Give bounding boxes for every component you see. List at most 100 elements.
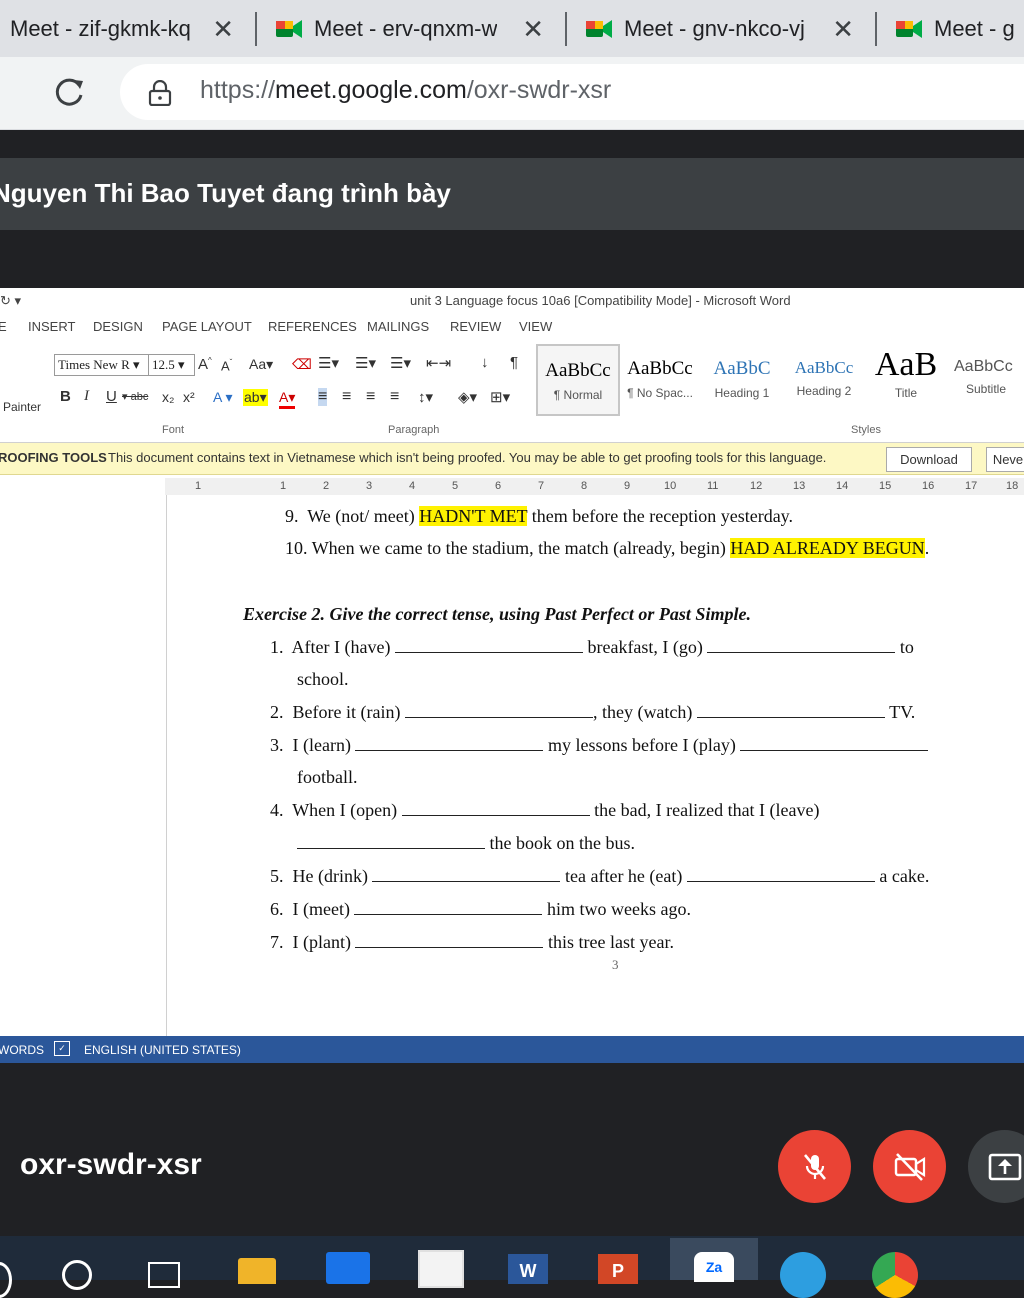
numbering-icon[interactable]: ☰▾: [355, 354, 376, 372]
clear-formatting-icon[interactable]: ⌫: [292, 356, 312, 373]
style-heading-1[interactable]: AaBbC Heading 1: [702, 344, 782, 412]
store-icon[interactable]: [418, 1250, 464, 1288]
style-preview: AaBbCc: [627, 358, 693, 379]
never-show-button[interactable]: Neve: [986, 447, 1024, 472]
ruler-number: 11: [707, 480, 719, 492]
style-heading-2[interactable]: AaBbCc Heading 2: [784, 344, 864, 412]
change-case-icon[interactable]: Aa▾: [249, 356, 273, 373]
item-text: the bad, I realized that I (leave): [594, 800, 820, 820]
text-effects-icon[interactable]: A ▾: [213, 389, 232, 406]
ruler-number: 14: [836, 480, 849, 492]
group-label-font: Font: [162, 424, 185, 436]
highlight-icon[interactable]: ab▾: [243, 389, 268, 406]
menu-file[interactable]: E: [0, 319, 7, 334]
pilcrow-icon[interactable]: ¶: [510, 354, 518, 371]
camera-button[interactable]: [873, 1130, 946, 1203]
present-screen-button[interactable]: [968, 1130, 1024, 1203]
answer-blank[interactable]: [355, 736, 544, 751]
strikethrough-icon[interactable]: ▾ abc: [122, 390, 148, 403]
answer-blank[interactable]: [401, 801, 590, 816]
answer-blank[interactable]: [696, 703, 885, 718]
browser-tab-1[interactable]: Meet - zif-gkmk-kq ✕: [10, 6, 242, 52]
menu-view[interactable]: VIEW: [519, 319, 552, 334]
borders-icon[interactable]: ⊞▾: [490, 388, 510, 406]
exercise-item-2: 2. Before it (rain) , they (watch) TV.: [270, 702, 915, 723]
mail-icon[interactable]: [326, 1252, 370, 1284]
tab-separator: [255, 12, 257, 46]
lock-icon[interactable]: [148, 80, 172, 106]
chrome-icon[interactable]: [872, 1252, 918, 1298]
align-left-icon[interactable]: ≡: [318, 388, 328, 406]
item-text: tea after he (eat): [564, 866, 683, 886]
font-name-box[interactable]: Times New R ▾: [54, 354, 149, 376]
answer-blank[interactable]: [354, 900, 543, 915]
url-text[interactable]: https://meet.google.com/oxr-swdr-xsr: [200, 76, 611, 105]
browser-tab-3[interactable]: Meet - gnv-nkco-vj ✕: [586, 6, 862, 52]
menu-page-layout[interactable]: PAGE LAYOUT: [162, 319, 252, 334]
language-status[interactable]: ENGLISH (UNITED STATES): [84, 1043, 241, 1057]
horizontal-ruler[interactable]: [165, 478, 1024, 495]
answer-blank[interactable]: [686, 867, 875, 882]
reload-icon[interactable]: [52, 76, 86, 110]
font-color-icon[interactable]: A▾: [279, 389, 296, 409]
superscript-icon[interactable]: x²: [183, 389, 195, 405]
browser-tab-2[interactable]: Meet - erv-qnxm-w ✕: [276, 6, 552, 52]
answer-blank[interactable]: [707, 638, 896, 653]
style-title[interactable]: AaB Title: [866, 344, 946, 412]
tab-title: Meet - zif-gkmk-kq: [10, 16, 191, 41]
italic-icon[interactable]: I: [84, 388, 89, 405]
indent-icons[interactable]: ⇤⇥: [426, 354, 451, 372]
style-preview: AaB: [874, 346, 938, 383]
answer-blank[interactable]: [355, 933, 544, 948]
microphone-button[interactable]: [778, 1130, 851, 1203]
zalo-taskbar-slot[interactable]: Za: [670, 1238, 758, 1282]
answer-blank[interactable]: [740, 736, 929, 751]
style-normal[interactable]: AaBbCc ¶ Normal: [536, 344, 620, 416]
sort-icon[interactable]: ↓: [481, 354, 489, 371]
grow-font-icon[interactable]: A^: [198, 356, 212, 373]
quick-access-icon[interactable]: ↻ ▾: [0, 293, 21, 309]
search-icon[interactable]: [62, 1260, 92, 1290]
browser-tab-4[interactable]: Meet - g: [896, 6, 1024, 52]
menu-design[interactable]: DESIGN: [93, 319, 143, 334]
file-explorer-icon[interactable]: [238, 1258, 276, 1284]
underline-icon[interactable]: U: [106, 388, 117, 405]
font-size-box[interactable]: 12.5 ▾: [148, 354, 195, 376]
shrink-font-icon[interactable]: Aˇ: [221, 358, 232, 373]
answer-blank[interactable]: [404, 703, 593, 718]
close-tab-icon[interactable]: ✕: [522, 14, 544, 45]
menu-mailings[interactable]: MAILINGS: [367, 319, 429, 334]
word-title: unit 3 Language focus 10a6 [Compatibilit…: [410, 293, 791, 308]
style-name: ¶ No Spac...: [627, 386, 693, 400]
answer-blank[interactable]: [297, 834, 485, 849]
justify-icon[interactable]: ≡: [390, 388, 399, 406]
line-spacing-icon[interactable]: ↕▾: [418, 388, 433, 406]
style-subtitle[interactable]: AaBbCc Subtitle: [948, 344, 1024, 412]
answer-blank[interactable]: [372, 867, 561, 882]
shading-icon[interactable]: ◈▾: [458, 388, 477, 406]
close-tab-icon[interactable]: ✕: [832, 14, 854, 45]
format-painter-label[interactable]: Painter: [3, 400, 41, 414]
document-page[interactable]: [166, 495, 1024, 1036]
answer-blank[interactable]: [394, 638, 583, 653]
proofing-status-icon[interactable]: ✓: [54, 1041, 70, 1056]
item-text: TV.: [889, 702, 916, 722]
subscript-icon[interactable]: x₂: [162, 389, 174, 405]
menu-references[interactable]: REFERENCES: [268, 319, 357, 334]
download-button[interactable]: Download: [886, 447, 972, 472]
task-view-icon[interactable]: [148, 1262, 180, 1288]
styles-gallery: AaBbCc ¶ Normal AaBbCc ¶ No Spac... AaBb…: [536, 344, 1024, 416]
multilevel-list-icon[interactable]: ☰▾: [390, 354, 411, 372]
align-center-icon[interactable]: ≡: [342, 388, 351, 406]
style-no-spacing[interactable]: AaBbCc ¶ No Spac...: [620, 344, 700, 412]
bullets-icon[interactable]: ☰▾: [318, 354, 339, 372]
question-text: We (not/ meet): [307, 506, 415, 526]
menu-insert[interactable]: INSERT: [28, 319, 75, 334]
menu-review[interactable]: REVIEW: [450, 319, 501, 334]
word-count[interactable]: WORDS: [0, 1043, 44, 1057]
bold-icon[interactable]: B: [60, 388, 71, 405]
align-right-icon[interactable]: ≡: [366, 388, 375, 406]
font-name: Times New R: [58, 357, 130, 372]
close-tab-icon[interactable]: ✕: [212, 14, 234, 45]
edge-icon[interactable]: [780, 1252, 826, 1298]
